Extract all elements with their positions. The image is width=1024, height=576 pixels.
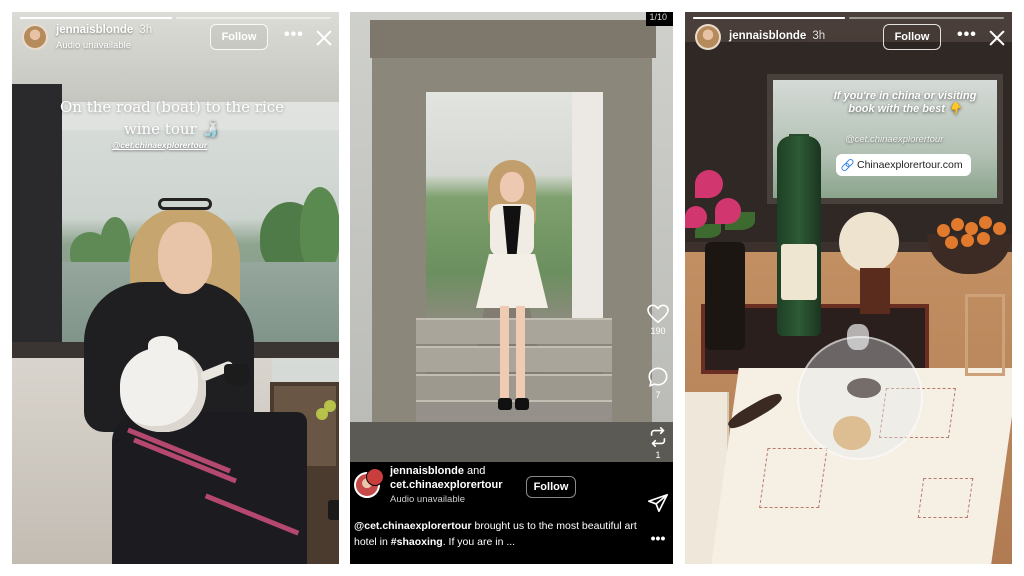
ellipsis-icon[interactable]: ••• (957, 26, 977, 44)
link-icon (841, 159, 853, 171)
close-icon[interactable] (987, 28, 1007, 48)
story-text-overlay: If you're in china or visiting book with… (833, 90, 977, 115)
repost-count: 1 (655, 450, 661, 460)
person-face (158, 222, 212, 294)
carousel-page-counter: 1/10 (649, 12, 667, 22)
fruit (951, 218, 964, 231)
sunglasses (158, 198, 212, 210)
reel-caption[interactable]: @cet.chinaexplorertour brought us to the… (354, 518, 642, 550)
stone-step (416, 374, 612, 400)
gate-lintel (370, 20, 656, 58)
story-text-overlay: On the road (boat) to the rice wine tour… (59, 98, 285, 138)
flower (685, 206, 707, 228)
caption-mention[interactable]: @cet.chinaexplorertour (354, 520, 472, 532)
teapot (120, 348, 206, 432)
follow-button[interactable]: Follow (526, 476, 576, 498)
flower (695, 170, 723, 198)
send-icon (648, 493, 668, 513)
reel-authors: jennaisblonde and cet.chinaexplorertour (390, 464, 502, 492)
bottle-label (781, 244, 817, 300)
fruit (316, 408, 328, 420)
mention-sticker[interactable]: @cet.chinaexplorertour (112, 140, 207, 150)
glass-cloche (797, 336, 923, 460)
comment-button[interactable]: 7 (644, 366, 672, 400)
link-label: Chinaexplorertour.com (857, 159, 963, 171)
fruit (993, 222, 1006, 235)
ellipsis-icon[interactable]: ••• (644, 530, 672, 546)
person-face (500, 172, 524, 202)
white-wall (572, 92, 603, 322)
stone-step (416, 346, 612, 372)
collaborator-username[interactable]: cet.chinaexplorertour (390, 479, 502, 491)
tea-cup (224, 364, 250, 386)
fruit (937, 224, 950, 237)
comment-icon (648, 367, 668, 388)
link-sticker[interactable]: Chinaexplorertour.com (836, 154, 971, 176)
like-button[interactable]: 190 (644, 304, 672, 336)
collaborator-avatar[interactable] (366, 468, 384, 486)
follow-button[interactable]: Follow (883, 24, 941, 50)
story-panel-right: jennaisblonde 3h Follow ••• If you're in … (685, 12, 1012, 564)
person-leg (516, 306, 525, 400)
username-text[interactable]: jennaisblonde (56, 24, 133, 36)
fruit (977, 232, 990, 245)
paper-sketch (917, 478, 974, 518)
reel-panel-center: 1/10 190 7 1 ••• jennaisblonde and cet.c… (350, 12, 673, 564)
story-panel-left: jennaisblonde 3h Audio unavailable Follow… (12, 12, 339, 564)
paper-sketch (759, 448, 828, 508)
repost-icon (650, 427, 666, 447)
fruit (961, 234, 974, 247)
audio-status: Audio unavailable (390, 494, 466, 505)
cup (328, 500, 339, 520)
like-count: 190 (650, 326, 666, 336)
person-leg (500, 306, 509, 400)
avatar[interactable] (695, 24, 721, 50)
person-shoe (515, 398, 529, 410)
timestamp: 3h (812, 30, 826, 42)
caption-hashtag[interactable]: #shaoxing (391, 536, 443, 548)
audio-status: Audio unavailable (56, 40, 132, 51)
story-progress-segment (176, 17, 331, 19)
username[interactable]: jennaisblonde 3h (729, 30, 825, 42)
follow-button[interactable]: Follow (210, 24, 268, 50)
story-progress-segment (20, 17, 172, 19)
author-username[interactable]: jennaisblonde (390, 465, 464, 477)
story-progress-segment (693, 17, 845, 19)
username[interactable]: jennaisblonde 3h (56, 24, 152, 36)
story-header: jennaisblonde 3h Follow ••• (693, 22, 1004, 56)
ground (350, 422, 673, 462)
comment-count: 7 (655, 390, 661, 400)
ellipsis-icon[interactable]: ••• (284, 26, 304, 44)
username-text[interactable]: jennaisblonde (729, 30, 806, 42)
timestamp: 3h (139, 24, 153, 36)
story-progress-segment (849, 17, 1004, 19)
fruit (979, 216, 992, 229)
avatar[interactable] (22, 24, 48, 50)
flower (715, 198, 741, 224)
miniature-chair (965, 294, 1005, 376)
table-sign (839, 212, 899, 272)
progress-fill (693, 17, 845, 19)
fruit (945, 236, 958, 249)
heart-icon (647, 304, 669, 324)
person-shoe (498, 398, 512, 410)
vase (705, 242, 745, 350)
stone-step (416, 318, 612, 344)
share-button[interactable] (644, 492, 672, 514)
caption-text: . If you are in ... (442, 536, 516, 548)
water-bottle (777, 136, 821, 336)
progress-fill (20, 17, 172, 19)
sign-stand (860, 268, 890, 314)
mention-sticker[interactable]: @cet.chinaexplorertour (845, 134, 943, 145)
close-icon[interactable] (314, 28, 334, 48)
repost-button[interactable]: 1 (644, 426, 672, 460)
story-header: jennaisblonde 3h Audio unavailable Follow… (20, 22, 331, 56)
and-label: and (467, 465, 486, 477)
